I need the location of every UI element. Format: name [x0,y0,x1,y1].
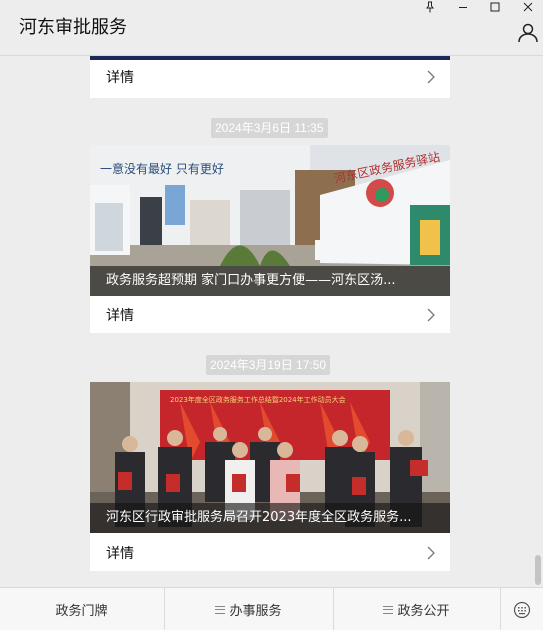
timestamp: 2024年3月6日 11:35 [211,118,328,138]
detail-link[interactable]: 详情 [90,296,450,333]
submenu-icon [215,605,226,614]
article-image[interactable]: 2023年度全区政务服务工作总结暨2024年工作动员大会 河东区行政审批服务局召… [90,382,450,533]
meeting-banner: 2023年度全区政务服务工作总结暨2024年工作动员大会 [170,395,346,404]
minimize-icon[interactable] [453,0,473,14]
keyboard-icon[interactable] [500,588,543,630]
pin-icon[interactable] [420,0,440,14]
bottom-menu: 政务门牌 办事服务 政务公开 [0,587,543,630]
app-title: 河东审批服务 [19,17,127,38]
menu-item-services[interactable]: 办事服务 [164,588,332,630]
chevron-right-icon [427,308,435,322]
detail-label: 详情 [106,307,134,324]
close-icon[interactable] [518,0,538,14]
timestamp: 2024年3月19日 17:50 [206,355,331,375]
article-caption: 政务服务超预期 家门口办事更方便——河东区汤... [90,266,450,296]
article-image[interactable]: 一意没有最好 只有更好 河东区政务服务驿站 政务服务超预期 家门口办事更方便——… [90,145,450,296]
scrollbar[interactable] [535,555,541,585]
submenu-icon [383,605,394,614]
menu-label: 政务公开 [397,604,450,619]
detail-link[interactable]: 详情 [90,58,450,95]
chevron-right-icon [427,70,435,84]
maximize-icon[interactable] [485,0,505,14]
detail-label: 详情 [106,545,134,562]
menu-label: 政务门牌 [55,604,108,619]
title-bar: 河东审批服务 [0,0,543,56]
chevron-right-icon [427,546,435,560]
menu-label: 办事服务 [229,604,282,619]
article-caption: 河东区行政审批服务局召开2023年度全区政务服务... [90,503,450,533]
detail-label: 详情 [106,69,134,86]
user-icon[interactable] [517,23,539,43]
article-card[interactable]: 详情 [90,56,450,98]
detail-link[interactable]: 详情 [90,534,450,571]
message-feed[interactable]: 详情 2024年3月6日 11:35 一意没有最好 只有更好 河东区政务服务驿站… [0,56,543,587]
menu-item-gov-nameplate[interactable]: 政务门牌 [0,588,163,630]
article-card[interactable]: 一意没有最好 只有更好 河东区政务服务驿站 政务服务超预期 家门口办事更方便——… [90,145,450,333]
article-card[interactable]: 2023年度全区政务服务工作总结暨2024年工作动员大会 河东区行政审批服务局召… [90,382,450,571]
menu-item-gov-disclosure[interactable]: 政务公开 [333,588,499,630]
wall-slogan: 一意没有最好 只有更好 [100,161,224,176]
